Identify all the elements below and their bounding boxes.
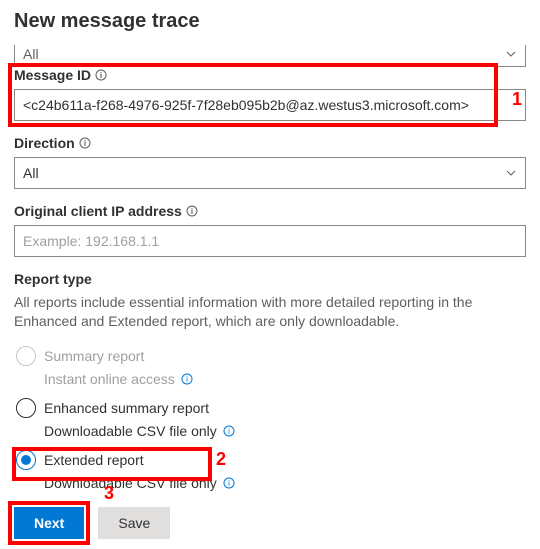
- report-type-desc: All reports include essential informatio…: [14, 293, 526, 331]
- radio-label: Enhanced summary report: [44, 400, 209, 416]
- radio-label: Extended report: [44, 452, 144, 468]
- report-type-label: Report type: [14, 271, 526, 287]
- direction-value: All: [23, 165, 39, 181]
- info-icon[interactable]: i: [186, 205, 198, 217]
- radio-enhanced[interactable]: Enhanced summary report: [16, 397, 526, 419]
- top-filter-value: All: [23, 46, 39, 62]
- chevron-down-icon: [505, 167, 517, 179]
- svg-text:i: i: [84, 139, 86, 148]
- annotation-2: 2: [216, 449, 226, 470]
- annotation-3: 3: [104, 483, 114, 504]
- radio-icon: [16, 450, 36, 470]
- top-filter-select[interactable]: All: [14, 45, 526, 67]
- direction-label: Direction i: [14, 135, 526, 151]
- direction-select[interactable]: All: [14, 157, 526, 189]
- svg-text:i: i: [191, 207, 193, 216]
- info-icon[interactable]: i: [223, 477, 235, 489]
- radio-enhanced-sub: Downloadable CSV file only i: [44, 421, 526, 441]
- radio-icon: [16, 398, 36, 418]
- client-ip-label: Original client IP address i: [14, 203, 526, 219]
- radio-extended-sub: Downloadable CSV file only i: [44, 473, 526, 493]
- radio-label: Summary report: [44, 348, 144, 364]
- radio-icon: [16, 346, 36, 366]
- svg-text:i: i: [186, 375, 188, 384]
- page-title: New message trace: [14, 10, 526, 33]
- info-icon[interactable]: i: [223, 425, 235, 437]
- svg-text:i: i: [100, 71, 102, 80]
- info-icon[interactable]: i: [95, 69, 107, 81]
- svg-text:i: i: [228, 479, 230, 488]
- message-id-input[interactable]: [14, 89, 526, 121]
- message-id-label: Message ID i: [14, 67, 526, 83]
- radio-summary: Summary report: [16, 345, 526, 367]
- save-button[interactable]: Save: [98, 507, 170, 539]
- radio-summary-sub: Instant online access i: [44, 369, 526, 389]
- info-icon[interactable]: i: [181, 373, 193, 385]
- annotation-1: 1: [512, 89, 522, 110]
- svg-text:i: i: [228, 427, 230, 436]
- info-icon[interactable]: i: [79, 137, 91, 149]
- next-button[interactable]: Next: [14, 507, 84, 539]
- chevron-down-icon: [505, 48, 517, 60]
- client-ip-input[interactable]: [14, 225, 526, 257]
- radio-extended[interactable]: Extended report: [16, 449, 526, 471]
